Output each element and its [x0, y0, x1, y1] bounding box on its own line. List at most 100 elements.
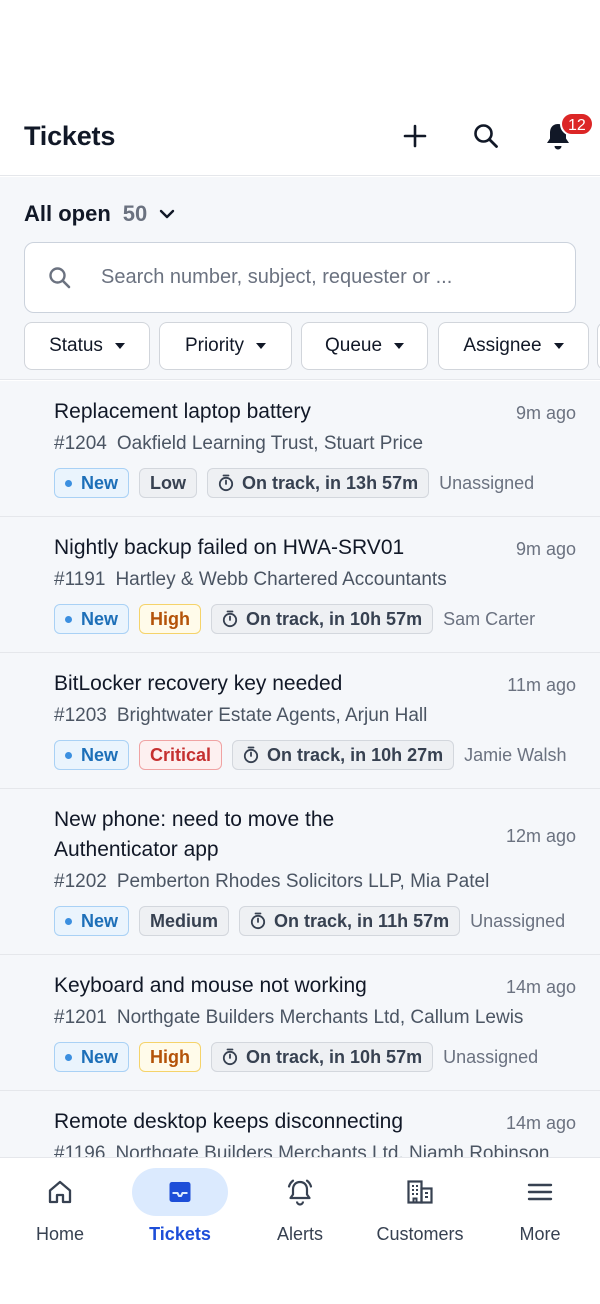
status-label: New — [81, 608, 119, 629]
nav-label: Customers — [376, 1224, 464, 1244]
add-ticket-button[interactable] — [391, 112, 439, 160]
ticket-meta: #1204 Oakfield Learning Trust, Stuart Pri… — [54, 431, 423, 457]
ticket-time: 14m ago — [505, 1113, 576, 1133]
status-label: New — [81, 1046, 119, 1067]
sla-label: On track, in 10h 57m — [246, 1046, 423, 1067]
priority-filter-chip[interactable]: Priority — [159, 322, 292, 370]
ticket-time: 9m ago — [515, 403, 576, 423]
ticket-number: #1191 — [54, 569, 106, 590]
sla-badge: On track, in 11h 57m — [239, 906, 461, 936]
ticket-assignee: Unassigned — [439, 472, 535, 493]
ticket-assignee: Unassigned — [470, 910, 566, 931]
nav-icon-wrap — [12, 1168, 108, 1216]
status-dot — [65, 751, 72, 759]
bottom-navigation: Home Tickets Alerts Customers More — [0, 1157, 600, 1304]
ticket-subject: Nightly backup failed on HWA-SRV01 — [54, 536, 405, 559]
ticket-meta: #1202 Pemberton Rhodes Solicitors LLP, Mi… — [54, 869, 489, 895]
nav-label: Alerts — [276, 1224, 323, 1244]
view-selector[interactable]: All open 50 — [24, 199, 177, 229]
timer-icon — [243, 746, 259, 764]
ticket-subject-line: Authenticator app — [54, 838, 219, 861]
priority-badge: Critical — [139, 740, 223, 770]
nav-icon-wrap — [372, 1168, 468, 1216]
ticket-requester: Pemberton Rhodes Solicitors LLP, Mia Pat… — [116, 871, 490, 892]
status-badge: New — [54, 604, 130, 634]
sla-label: On track, in 10h 57m — [246, 608, 423, 629]
ticket-subject: BitLocker recovery key needed — [54, 672, 343, 695]
ticket-list: Replacement laptop battery 9m ago #1204 O… — [0, 381, 600, 1157]
ticket-requester: Hartley & Webb Chartered Accountants — [115, 569, 447, 590]
nav-alerts[interactable]: Alerts — [240, 1158, 360, 1258]
sla-badge: On track, in 13h 57m — [207, 468, 430, 498]
ticket-meta: #1196 Northgate Builders Merchants Ltd, N… — [54, 1141, 550, 1157]
nav-customers[interactable]: Customers — [360, 1158, 480, 1258]
caret-down-icon — [256, 343, 267, 349]
notifications-button[interactable]: 12 — [534, 112, 594, 160]
ticket-time: 11m ago — [507, 675, 576, 695]
ticket-number: #1196 — [54, 1143, 106, 1157]
ticket-subject: Remote desktop keeps disconnecting — [54, 1110, 404, 1133]
chip-label: Queue — [324, 335, 383, 356]
bell-ringing-icon — [287, 1179, 313, 1206]
ticket-subject: Keyboard and mouse not working — [54, 974, 367, 997]
ticket-tags: New High On track, in 10h 57m Unassigned — [54, 1042, 538, 1072]
nav-home[interactable]: Home — [0, 1158, 120, 1258]
ticket-requester: Northgate Builders Merchants Ltd, Callum… — [116, 1007, 524, 1028]
search-button[interactable] — [462, 112, 510, 160]
status-filter-chip[interactable]: Status — [24, 322, 150, 370]
page-title: Tickets — [24, 121, 116, 151]
ticket-tags: New High On track, in 10h 57m Sam Carter — [54, 604, 535, 634]
sla-badge: On track, in 10h 57m — [211, 1042, 434, 1072]
nav-label: More — [519, 1224, 561, 1244]
ticket-row[interactable]: BitLocker recovery key needed 11m ago #1… — [0, 653, 600, 789]
ticket-subject: Replacement laptop battery — [54, 400, 311, 423]
sla-label: On track, in 11h 57m — [274, 910, 450, 931]
status-badge: New — [54, 740, 130, 770]
status-dot — [65, 615, 72, 623]
view-count: 50 — [122, 201, 148, 226]
ticket-meta: #1201 Northgate Builders Merchants Ltd, C… — [54, 1005, 523, 1031]
ticket-time: 12m ago — [505, 826, 576, 846]
search-icon — [47, 265, 73, 296]
caret-down-icon — [553, 343, 564, 349]
sla-label: On track, in 10h 27m — [267, 744, 444, 765]
priority-badge: Low — [139, 468, 198, 498]
ticket-assignee: Jamie Walsh — [464, 744, 567, 765]
inbox-icon — [169, 1182, 191, 1202]
ticket-number: #1204 — [54, 433, 107, 454]
app-header: Tickets 12 — [0, 0, 600, 176]
view-title: All open — [24, 201, 111, 226]
status-dot — [65, 917, 72, 925]
ticket-row[interactable]: New phone: need to move the Authenticator… — [0, 789, 600, 955]
search-box — [24, 242, 576, 313]
ticket-row[interactable]: Keyboard and mouse not working 14m ago #… — [0, 955, 600, 1091]
ticket-assignee: Sam Carter — [443, 608, 536, 629]
queue-filter-chip[interactable]: Queue — [301, 322, 428, 370]
sla-label: On track, in 13h 57m — [242, 472, 419, 493]
priority-badge: High — [139, 1042, 202, 1072]
nav-icon-wrap — [252, 1168, 348, 1216]
nav-label: Home — [35, 1224, 84, 1244]
chip-label: Assignee — [463, 335, 542, 356]
ticket-requester: Brightwater Estate Agents, Arjun Hall — [116, 705, 428, 726]
ticket-tags: New Medium On track, in 11h 57m Unassign… — [54, 906, 565, 936]
ticket-tags: New Critical On track, in 10h 27m Jamie … — [54, 740, 566, 770]
timer-icon — [222, 610, 238, 628]
search-input[interactable] — [101, 243, 561, 311]
nav-tickets[interactable]: Tickets — [120, 1158, 240, 1258]
chip-label: Status — [49, 335, 103, 356]
status-label: New — [81, 910, 119, 931]
sla-badge: On track, in 10h 27m — [232, 740, 455, 770]
ticket-row[interactable]: Remote desktop keeps disconnecting 14m a… — [0, 1091, 600, 1157]
ticket-row[interactable]: Replacement laptop battery 9m ago #1204 O… — [0, 381, 600, 517]
ticket-row[interactable]: Nightly backup failed on HWA-SRV01 9m ag… — [0, 517, 600, 653]
assignee-filter-chip[interactable]: Assignee — [438, 322, 589, 370]
nav-more[interactable]: More — [480, 1158, 600, 1258]
status-badge: New — [54, 468, 130, 498]
timer-icon — [250, 912, 266, 930]
home-icon — [48, 1180, 72, 1204]
status-badge: New — [54, 906, 130, 936]
ticket-subject: New phone: need to move the Authenticator… — [54, 805, 334, 865]
ticket-number: #1203 — [54, 705, 107, 726]
nav-icon-wrap — [492, 1168, 588, 1216]
